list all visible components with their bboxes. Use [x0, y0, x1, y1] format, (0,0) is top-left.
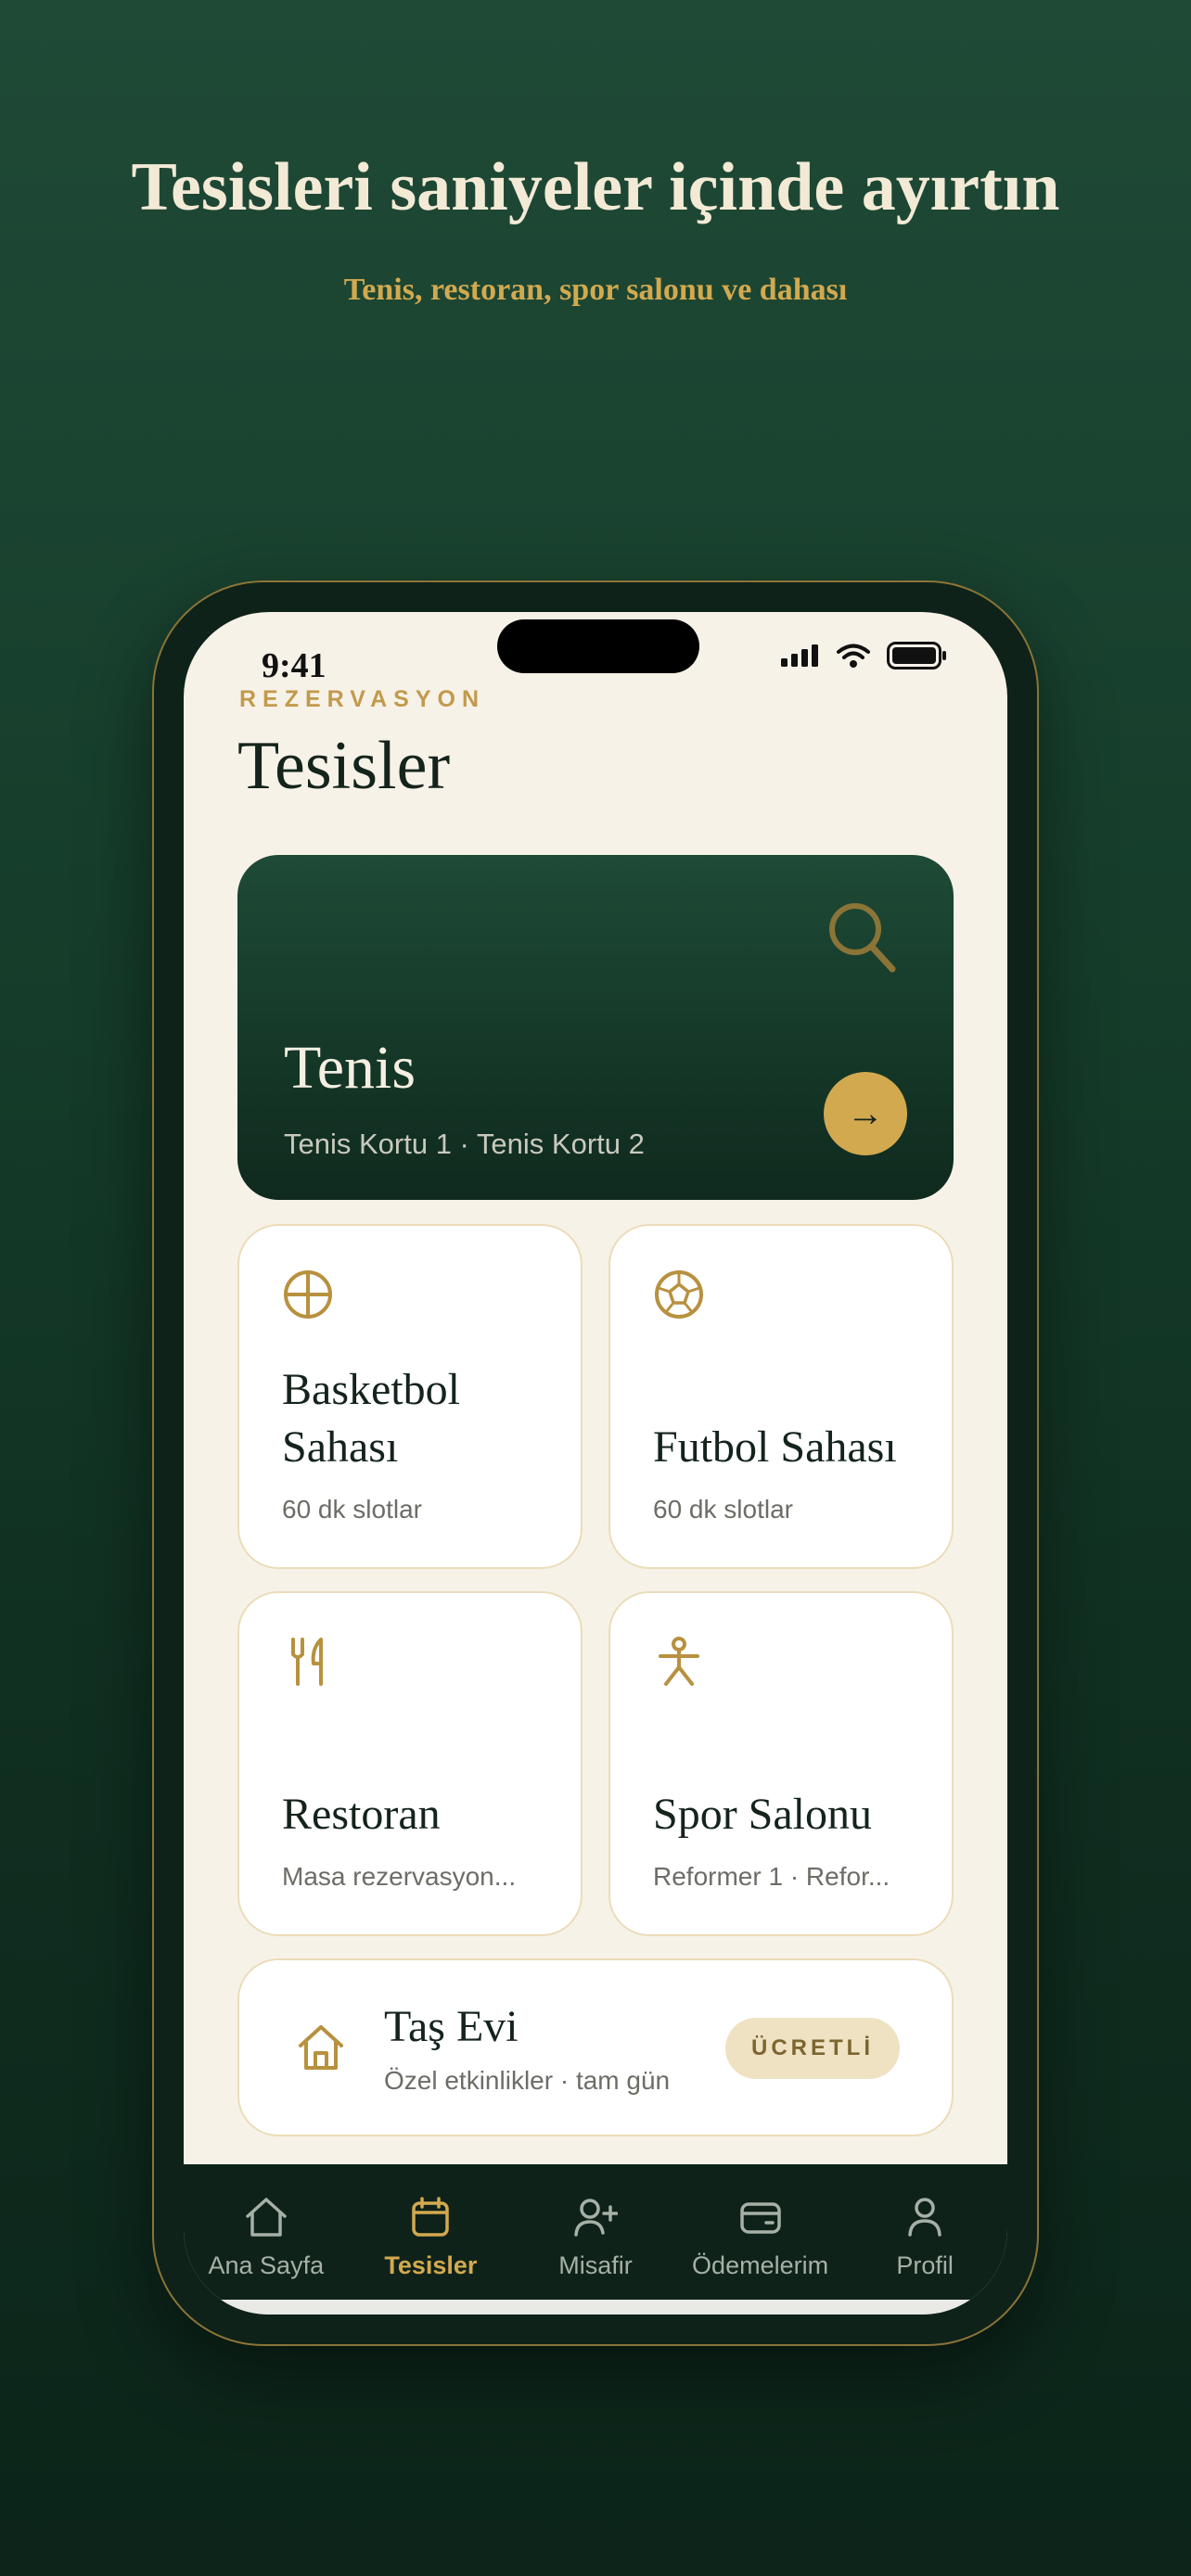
facility-card-title: Basketbol Sahası — [282, 1365, 460, 1472]
facility-card-basketball[interactable]: Basketbol Sahası 60 dk slotlar — [237, 1224, 583, 1569]
facility-card-gym[interactable]: Spor Salonu Reformer 1 · Refor... — [608, 1591, 954, 1936]
app-screen: 9:41 REZERVASYON Tesisler Tenis Tenis Ko… — [184, 612, 1007, 2315]
facility-card-title: Restoran — [282, 1790, 441, 1839]
featured-facility-card[interactable]: Tenis Tenis Kortu 1 · Tenis Kortu 2 → — [237, 855, 954, 1200]
phone-frame: 9:41 REZERVASYON Tesisler Tenis Tenis Ko… — [152, 580, 1039, 2346]
tab-label: Ödemelerim — [692, 2251, 829, 2279]
facility-card-title: Spor Salonu — [653, 1790, 873, 1839]
tab-bar: Ana Sayfa Tesisler Misafir Ödemelerim Pr… — [184, 2164, 1007, 2300]
facility-card-restaurant[interactable]: Restoran Masa rezervasyon... — [237, 1591, 583, 1936]
status-icons — [781, 632, 948, 679]
calendar-icon — [412, 2197, 450, 2237]
basketball-icon — [284, 1270, 332, 1319]
promo-subline: Tenis, restoran, spor salonu ve dahası — [343, 273, 848, 307]
facility-card-subtitle: Masa rezervasyon... — [282, 1862, 517, 1891]
facility-card-stone-house[interactable]: Taş Evi Özel etkinlikler · tam gün ÜCRET… — [237, 1958, 954, 2136]
facility-card-subtitle: 60 dk slotlar — [653, 1495, 793, 1524]
section-eyebrow: REZERVASYON — [239, 686, 486, 712]
wallet-icon — [739, 2202, 781, 2234]
home-indicator-bar — [184, 2300, 1007, 2315]
facility-card-title: Futbol Sahası — [653, 1422, 897, 1472]
facility-card-subtitle: 60 dk slotlar — [282, 1495, 422, 1524]
add-user-icon — [574, 2199, 618, 2237]
tab-profile[interactable]: Profil — [842, 2164, 1007, 2300]
promo-headline: Tesisleri saniyeler içinde ayırtın — [131, 149, 1060, 225]
tab-label: Tesisler — [384, 2251, 478, 2279]
tab-facilities[interactable]: Tesisler — [349, 2164, 514, 2300]
featured-facility-title: Tenis — [284, 1034, 416, 1102]
paid-badge: ÜCRETLİ — [725, 2018, 900, 2079]
facility-card-soccer[interactable]: Futbol Sahası 60 dk slotlar — [608, 1224, 954, 1569]
wifi-icon — [837, 644, 870, 668]
status-time: 9:41 — [262, 646, 327, 685]
page-title: Tesisler — [237, 728, 451, 804]
house-icon — [299, 2025, 343, 2070]
tab-payments[interactable]: Ödemelerim — [678, 2164, 843, 2300]
profile-icon — [908, 2198, 941, 2237]
facility-card-title: Taş Evi — [384, 2002, 519, 2051]
tab-home[interactable]: Ana Sayfa — [184, 2164, 349, 2300]
gym-person-icon — [659, 1637, 699, 1686]
soccer-ball-icon — [655, 1270, 703, 1319]
tab-label: Ana Sayfa — [208, 2251, 325, 2279]
arrow-right-button[interactable]: → — [824, 1072, 907, 1155]
tab-label: Misafir — [558, 2251, 633, 2279]
featured-facility-subtitle: Tenis Kortu 1 · Tenis Kortu 2 — [284, 1128, 645, 1160]
battery-icon — [887, 642, 946, 670]
facility-card-subtitle: Reformer 1 · Refor... — [653, 1862, 890, 1891]
fork-knife-icon — [291, 1638, 323, 1686]
dynamic-island — [497, 619, 699, 673]
search-icon[interactable] — [827, 901, 898, 976]
home-icon — [246, 2198, 287, 2237]
tab-label: Profil — [896, 2251, 954, 2279]
signal-icon — [781, 644, 818, 667]
tab-guest[interactable]: Misafir — [513, 2164, 678, 2300]
facility-card-subtitle: Özel etkinlikler · tam gün — [384, 2066, 671, 2095]
